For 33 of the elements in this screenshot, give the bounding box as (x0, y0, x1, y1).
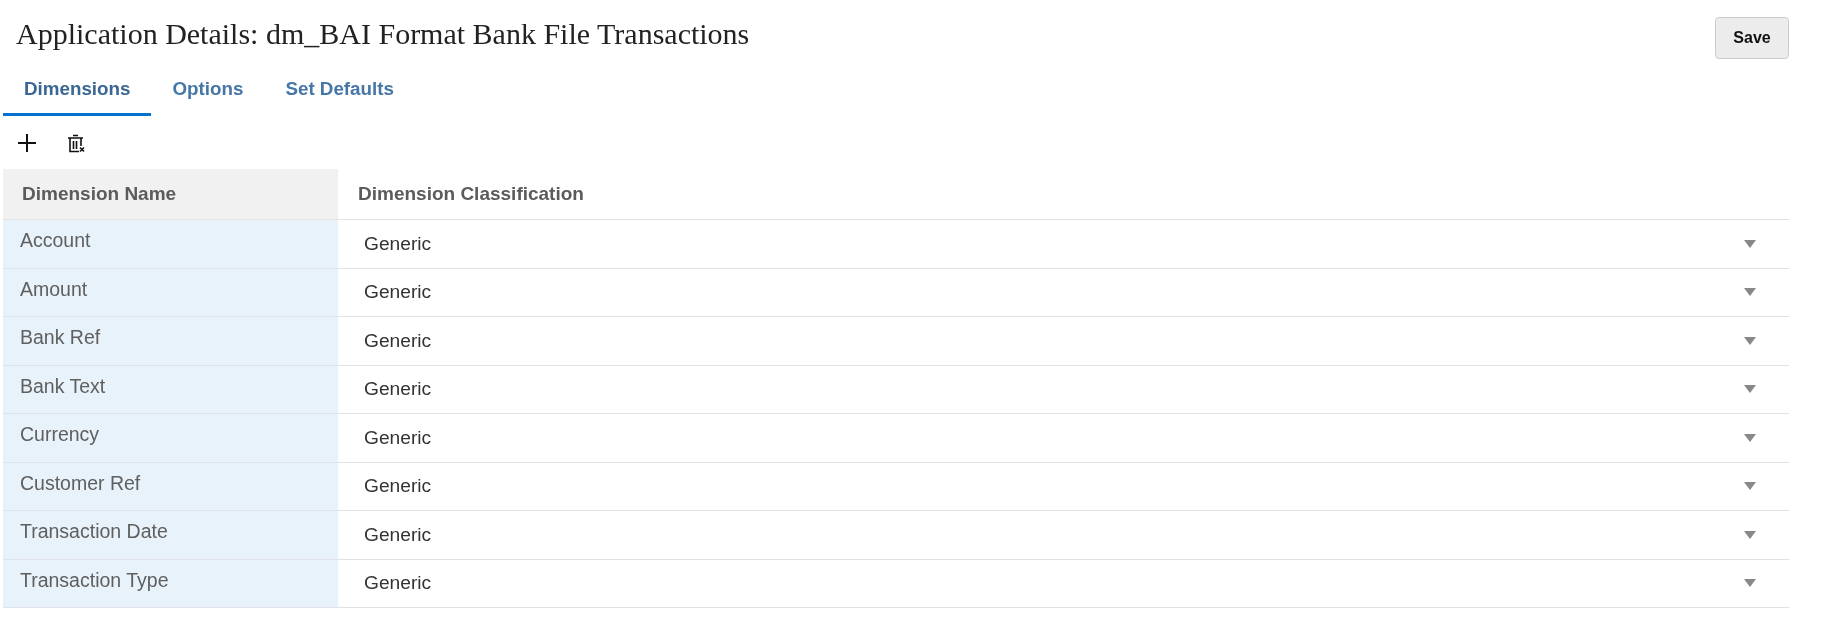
caret-icon (1744, 482, 1756, 491)
dimension-name-cell: Bank Text (3, 365, 338, 414)
plus-icon (18, 134, 36, 152)
caret-icon (1744, 579, 1756, 588)
caret-icon (1744, 288, 1756, 297)
classification-select[interactable]: Generic (357, 565, 1770, 602)
tab[interactable]: Set Defaults (264, 64, 415, 116)
dimension-name-cell: Transaction Date (3, 511, 338, 560)
classification-select[interactable]: Generic (357, 225, 1770, 262)
classification-select[interactable]: Generic (357, 419, 1770, 456)
dimension-name-cell: Account (3, 220, 338, 269)
dimension-name-cell: Currency (3, 414, 338, 463)
save-button[interactable]: Save (1715, 17, 1789, 59)
column-header: Dimension Name (3, 169, 338, 220)
tab[interactable]: Options (151, 64, 265, 116)
classification-select[interactable]: Generic (357, 274, 1770, 311)
classification-select[interactable]: Generic (357, 322, 1770, 359)
caret-icon (1744, 433, 1756, 442)
caret-icon (1744, 530, 1756, 539)
page-title: Application Details: dm_BAI Format Bank File Transactions (16, 17, 750, 51)
tab[interactable]: Dimensions (3, 64, 152, 116)
dimension-name-cell: Transaction Type (3, 559, 338, 608)
caret-icon (1744, 385, 1756, 394)
caret-icon (1744, 336, 1756, 345)
classification-select[interactable]: Generic (357, 371, 1770, 408)
dimension-name-cell: Customer Ref (3, 462, 338, 511)
dimension-name-cell: Bank Ref (3, 317, 338, 366)
dimension-name-cell: Amount (3, 268, 338, 317)
caret-icon (1744, 239, 1756, 248)
classification-select[interactable]: Generic (357, 468, 1770, 505)
delete-icon (67, 133, 85, 153)
column-header: Dimension Classification (338, 169, 1789, 220)
classification-select[interactable]: Generic (357, 516, 1770, 553)
